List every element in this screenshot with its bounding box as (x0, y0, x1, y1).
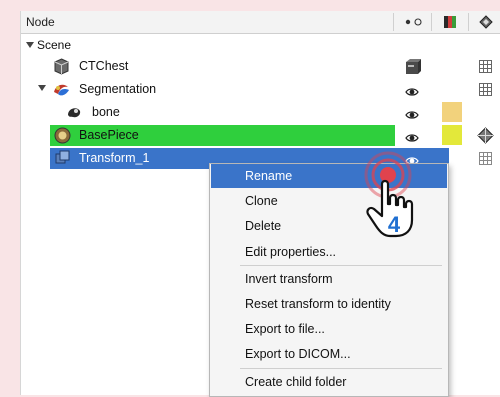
color-swatch[interactable] (442, 125, 462, 145)
segmentation-icon (52, 80, 71, 99)
transform-icon[interactable] (477, 127, 494, 149)
model-icon (53, 126, 72, 145)
tree-item-label: Scene (37, 38, 72, 52)
tree-row-basepiece[interactable]: BasePiece (21, 124, 500, 147)
tree-row-scene[interactable]: Scene (21, 36, 500, 54)
tree-item-label: CTChest (79, 59, 129, 73)
tree-item-label: bone (92, 105, 120, 119)
tree-row-bone[interactable]: bone (21, 101, 500, 124)
menu-item-reset-transform[interactable]: Reset transform to identity (211, 292, 447, 316)
column-divider (468, 13, 469, 31)
visibility-eye-icon[interactable] (405, 107, 419, 125)
tree-header: Node (21, 11, 500, 34)
expand-arrow-icon[interactable] (38, 85, 46, 91)
menu-item-export-to-dicom[interactable]: Export to DICOM... (211, 342, 447, 366)
tree-item-label: Segmentation (79, 82, 157, 96)
column-header-node[interactable]: Node (26, 15, 55, 29)
segment-bone-icon (65, 103, 84, 122)
volume-rendering-icon[interactable] (404, 58, 423, 77)
menu-separator (240, 265, 442, 266)
menu-item-edit-properties[interactable]: Edit properties... (211, 240, 447, 264)
transform-column-icon[interactable] (473, 11, 499, 33)
visibility-column-icon[interactable] (399, 11, 429, 33)
menu-item-invert-transform[interactable]: Invert transform (211, 267, 447, 291)
color-column-icon[interactable] (437, 11, 463, 33)
tree-row-segmentation[interactable]: Segmentation (21, 78, 500, 101)
grid-icon[interactable] (479, 83, 492, 101)
menu-item-export-to-file[interactable]: Export to file... (211, 317, 447, 341)
transform-node-icon (54, 149, 73, 168)
step-number-badge: 4 (387, 212, 401, 237)
color-swatch[interactable] (442, 102, 462, 122)
column-divider (431, 13, 432, 31)
visibility-eye-icon[interactable] (405, 84, 419, 102)
volume-cube-icon (52, 57, 71, 76)
tree-row-ctchest[interactable]: CTChest (21, 55, 500, 78)
tree-item-label: Transform_1 (79, 151, 150, 165)
visibility-eye-icon[interactable] (405, 130, 419, 148)
menu-item-create-child-folder[interactable]: Create child folder (211, 370, 447, 394)
menu-separator (240, 368, 442, 369)
expand-arrow-icon[interactable] (26, 42, 34, 48)
grid-icon[interactable] (479, 60, 492, 78)
tree-item-label: BasePiece (79, 128, 139, 142)
column-divider (393, 13, 394, 31)
grid-icon[interactable] (479, 152, 492, 170)
